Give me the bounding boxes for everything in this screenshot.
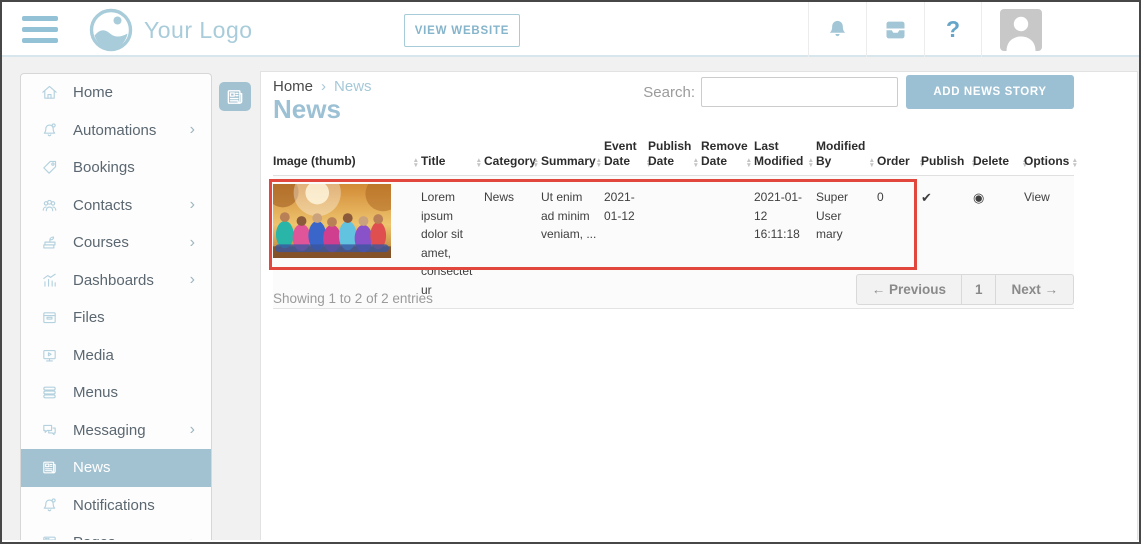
chevron-right-icon: › <box>189 271 195 289</box>
column-header-order[interactable]: Order ▲ ▼ <box>877 154 925 169</box>
sort-arrows-icon[interactable]: ▲ ▼ <box>533 157 539 169</box>
sidebar-item-bookings[interactable]: Bookings <box>21 149 211 187</box>
news-icon <box>41 459 59 477</box>
sort-arrows-icon[interactable]: ▲ ▼ <box>413 157 419 169</box>
user-avatar[interactable] <box>1000 8 1042 51</box>
column-header-summary[interactable]: Summary ▲ ▼ <box>541 154 604 169</box>
sidebar-item-media[interactable]: Media <box>21 337 211 375</box>
row-publish-date <box>648 176 701 308</box>
chevron-right-icon: › <box>190 534 195 540</box>
sidebar-item-messaging[interactable]: Messaging › <box>21 412 211 450</box>
column-header-last-modified[interactable]: Last Modified ▲ ▼ <box>754 139 816 169</box>
row-remove-date <box>701 176 754 308</box>
news-thumbnail-image[interactable] <box>273 184 391 258</box>
hamburger-menu-icon[interactable] <box>22 16 58 43</box>
row-image-cell <box>273 176 421 308</box>
pages-icon <box>41 534 59 540</box>
add-news-story-button[interactable]: ADD NEWS STORY <box>906 75 1074 109</box>
page-title: News <box>273 94 341 124</box>
chevron-right-icon: › <box>189 421 195 439</box>
dashboards-chart-icon <box>41 271 59 289</box>
row-category: News <box>484 190 515 204</box>
courses-icon <box>41 234 59 252</box>
sidebar-item-news[interactable]: News <box>21 449 211 487</box>
column-header-options[interactable]: Options ▲ ▼ <box>1024 154 1078 169</box>
logo[interactable]: Your Logo <box>88 7 253 53</box>
column-header-image[interactable]: Image (thumb) ▲ ▼ <box>273 154 421 169</box>
files-icon <box>41 309 59 327</box>
sort-arrows-icon[interactable]: ▲ ▼ <box>869 157 875 169</box>
sidebar-item-menus[interactable]: Menus <box>21 374 211 412</box>
menus-icon <box>41 384 59 402</box>
bell-icon <box>829 20 846 36</box>
tag-icon <box>41 159 59 177</box>
automations-bell-icon <box>41 121 59 139</box>
row-title: Lorem ipsum dolor sit amet, consectetur <box>421 190 473 297</box>
next-page-button[interactable]: Next → <box>995 274 1074 305</box>
help-icon: ? <box>945 16 961 42</box>
column-header-title[interactable]: Title ▲ ▼ <box>421 154 484 169</box>
sort-arrows-icon[interactable]: ▲ ▼ <box>476 157 482 169</box>
view-link[interactable]: View <box>1024 190 1050 204</box>
sidebar-item-files[interactable]: Files <box>21 299 211 337</box>
table-header-row: Image (thumb) ▲ ▼ Title ▲ ▼ Category ▲ ▼ Summa… <box>273 136 1078 176</box>
breadcrumb-home-link[interactable]: Home <box>273 78 313 95</box>
person-silhouette-icon <box>1006 16 1036 51</box>
sidebar-item-automations[interactable]: Automations › <box>21 112 211 150</box>
main-area: Home Automations › Bookings Contacts › C… <box>2 57 1139 540</box>
messaging-icon <box>41 421 59 439</box>
chevron-right-icon: › <box>189 196 195 214</box>
sort-arrows-icon[interactable]: ▲ ▼ <box>746 157 752 169</box>
column-header-publish-date[interactable]: Publish Date ▲ ▼ <box>648 139 701 169</box>
inbox-button[interactable] <box>866 2 924 57</box>
sort-arrows-icon[interactable]: ▲ ▼ <box>808 157 814 169</box>
top-bar: Your Logo VIEW WEBSITE ? <box>2 2 1139 57</box>
media-icon <box>41 346 59 364</box>
chevron-right-icon: › <box>189 233 195 251</box>
inbox-icon <box>886 21 905 38</box>
notifications-bell-icon <box>41 496 59 514</box>
entries-summary: Showing 1 to 2 of 2 entries <box>273 291 433 306</box>
breadcrumb-separator: › <box>321 78 327 95</box>
sort-arrows-icon[interactable]: ▲ ▼ <box>693 157 699 169</box>
search-row: Search: ADD NEWS STORY <box>643 75 1074 109</box>
row-summary: Ut enim ad minim veniam, ... <box>541 190 597 242</box>
column-header-publish[interactable]: Publish ▲ ▼ <box>921 154 977 169</box>
quick-news-button[interactable] <box>219 82 251 111</box>
sidebar: Home Automations › Bookings Contacts › C… <box>20 73 212 540</box>
view-website-button[interactable]: VIEW WEBSITE <box>404 14 520 47</box>
sidebar-item-home[interactable]: Home <box>21 74 211 112</box>
column-header-delete[interactable]: Delete ▲ ▼ <box>973 154 1028 169</box>
previous-page-button[interactable]: ← Previous <box>855 274 962 305</box>
news-icon <box>225 87 245 107</box>
sidebar-item-courses[interactable]: Courses › <box>21 224 211 262</box>
sidebar-item-notifications[interactable]: Notifications <box>21 487 211 525</box>
sidebar-item-dashboards[interactable]: Dashboards › <box>21 262 211 300</box>
sort-arrows-icon[interactable]: ▲ ▼ <box>1072 157 1078 169</box>
column-header-event-date[interactable]: Event Date ▲ ▼ <box>604 139 652 169</box>
top-icon-group: ? <box>808 2 1042 57</box>
row-event-date: 2021-01-12 <box>604 190 635 223</box>
logo-mark-icon <box>89 8 133 52</box>
row-last-modified: 2021-01-12 16:11:18 <box>754 190 803 242</box>
search-input[interactable] <box>701 77 898 107</box>
breadcrumb-current: News <box>334 78 372 95</box>
chevron-right-icon: › <box>189 121 195 139</box>
home-icon <box>41 84 59 102</box>
logo-text: Your Logo <box>144 16 253 43</box>
sidebar-item-contacts[interactable]: Contacts › <box>21 187 211 225</box>
column-header-remove-date[interactable]: Remove Date ▲ ▼ <box>701 139 754 169</box>
search-label: Search: <box>643 83 695 101</box>
contacts-icon <box>41 196 59 214</box>
pagination: ← Previous 1 Next → <box>855 274 1074 305</box>
help-button[interactable]: ? <box>924 2 982 57</box>
sort-arrows-icon[interactable]: ▲ ▼ <box>596 157 602 169</box>
sidebar-item-pages[interactable]: Pages › <box>21 524 211 540</box>
content-panel: Home › News News Search: ADD NEWS STORY Im… <box>260 71 1138 540</box>
breadcrumb: Home › News <box>273 78 372 95</box>
page-number-button[interactable]: 1 <box>960 274 997 305</box>
column-header-modified-by[interactable]: Modified By ▲ ▼ <box>816 139 877 169</box>
notifications-bell-button[interactable] <box>808 2 866 57</box>
column-header-category[interactable]: Category ▲ ▼ <box>484 154 541 169</box>
